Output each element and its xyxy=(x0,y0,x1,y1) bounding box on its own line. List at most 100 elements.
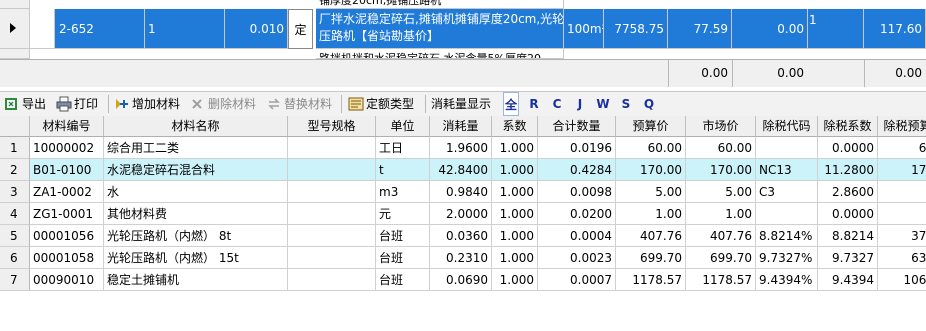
cell-code[interactable]: 00001058 xyxy=(30,247,104,269)
col-header-unit[interactable]: 单位 xyxy=(376,116,430,137)
cell-code[interactable]: ZA1-0002 xyxy=(30,181,104,203)
cell-tax-code[interactable]: 9.7327% xyxy=(756,247,818,269)
cell-tax-coef[interactable]: 11.2800 xyxy=(818,159,878,181)
cell-unit[interactable]: 台班 xyxy=(376,269,430,291)
cell-spec[interactable] xyxy=(288,159,376,181)
cell-coef[interactable]: 1.000 xyxy=(492,181,538,203)
col-header-tax-coef[interactable]: 除税系数 xyxy=(818,116,878,137)
cell-tax-budget[interactable]: 170 xyxy=(878,159,926,181)
quota-quantity[interactable]: 1 xyxy=(145,9,225,49)
col-header-total[interactable]: 合计数量 xyxy=(538,116,616,137)
cell-name[interactable]: 水泥稳定碎石混合料 xyxy=(104,159,288,181)
cell-tax-budget[interactable]: 631 xyxy=(878,247,926,269)
quota-type-button[interactable]: 定额类型 xyxy=(348,92,414,116)
cell-tax-budget[interactable]: 371 xyxy=(878,225,926,247)
quota-name[interactable]: 厂拌水泥稳定碎石,摊铺机摊铺厚度20cm,光轮 压路机【省站勘基价】 xyxy=(316,9,564,49)
cell-code[interactable]: 00001056 xyxy=(30,225,104,247)
cell-coef[interactable]: 1.000 xyxy=(492,159,538,181)
material-row[interactable]: 7 00090010 稳定土摊铺机 台班 0.0690 1.000 0.0007 1178.5… xyxy=(0,269,926,291)
cell-tax-code[interactable]: C3 xyxy=(756,181,818,203)
cell-name[interactable]: 光轮压路机（内燃） 15t xyxy=(104,247,288,269)
col-header-code[interactable]: 材料编号 xyxy=(30,116,104,137)
cell-code[interactable]: B01-0100 xyxy=(30,159,104,181)
cell-coef[interactable]: 1.000 xyxy=(492,247,538,269)
cell-consumption[interactable]: 42.8400 xyxy=(430,159,492,181)
col-header-tax-budget[interactable]: 除税预算 xyxy=(878,116,926,137)
cell-unit[interactable]: 台班 xyxy=(376,225,430,247)
material-row[interactable]: 5 00001056 光轮压路机（内燃） 8t 台班 0.0360 1.000 0.0004… xyxy=(0,225,926,247)
material-row[interactable]: 3 ZA1-0002 水 m3 0.9840 1.000 0.0098 5.00 5.00 C3 2… xyxy=(0,181,926,203)
cell-budget[interactable]: 407.76 xyxy=(616,225,686,247)
cell-consumption[interactable]: 0.0690 xyxy=(430,269,492,291)
quota-price-2[interactable]: 77.59 xyxy=(668,9,732,49)
cell-market[interactable]: 407.76 xyxy=(686,225,756,247)
cell-spec[interactable] xyxy=(288,203,376,225)
cell-tax-coef[interactable]: 9.7327 xyxy=(818,247,878,269)
cell-code[interactable]: ZG1-0001 xyxy=(30,203,104,225)
quota-price-3[interactable]: 0.00 xyxy=(732,9,808,49)
cell-market[interactable]: 1178.57 xyxy=(686,269,756,291)
cell-unit[interactable]: 台班 xyxy=(376,247,430,269)
filter-c[interactable]: C xyxy=(549,92,565,116)
cell-coef[interactable]: 1.000 xyxy=(492,225,538,247)
cell-budget[interactable]: 699.70 xyxy=(616,247,686,269)
cell-total[interactable]: 0.0007 xyxy=(538,269,616,291)
cell-unit[interactable]: 工日 xyxy=(376,137,430,159)
cell-budget[interactable]: 1.00 xyxy=(616,203,686,225)
cell-tax-code[interactable]: 8.8214% xyxy=(756,225,818,247)
delete-material-button[interactable]: 删除材料 xyxy=(190,92,256,116)
export-button[interactable]: 导出 xyxy=(4,92,46,116)
cell-tax-coef[interactable]: 8.8214 xyxy=(818,225,878,247)
quota-type[interactable]: 定 xyxy=(288,9,313,49)
cell-spec[interactable] xyxy=(288,137,376,159)
quota-flag[interactable]: 1 xyxy=(808,9,864,49)
quota-price-1[interactable]: 7758.75 xyxy=(604,9,668,49)
cell-coef[interactable]: 1.000 xyxy=(492,203,538,225)
material-row[interactable]: 2 B01-0100 水泥稳定碎石混合料 t 42.8400 1.000 0.4284 170… xyxy=(0,159,926,181)
cell-consumption[interactable]: 1.9600 xyxy=(430,137,492,159)
cell-market[interactable]: 60.00 xyxy=(686,137,756,159)
cell-coef[interactable]: 1.000 xyxy=(492,137,538,159)
col-header-consumption[interactable]: 消耗量 xyxy=(430,116,492,137)
cell-name[interactable]: 光轮压路机（内燃） 8t xyxy=(104,225,288,247)
col-header-budget[interactable]: 预算价 xyxy=(616,116,686,137)
col-header-market[interactable]: 市场价 xyxy=(686,116,756,137)
filter-j[interactable]: J xyxy=(572,92,588,116)
cell-code[interactable]: 10000002 xyxy=(30,137,104,159)
cell-unit[interactable]: t xyxy=(376,159,430,181)
cell-total[interactable]: 0.0200 xyxy=(538,203,616,225)
cell-consumption[interactable]: 0.0360 xyxy=(430,225,492,247)
cell-tax-coef[interactable]: 9.4394 xyxy=(818,269,878,291)
col-header-name[interactable]: 材料名称 xyxy=(104,116,288,137)
filter-w[interactable]: W xyxy=(595,92,611,116)
cell-tax-budget[interactable]: 4 xyxy=(878,181,926,203)
cell-name[interactable]: 水 xyxy=(104,181,288,203)
cell-tax-coef[interactable]: 0.0000 xyxy=(818,137,878,159)
cell-tax-budget[interactable]: 60 xyxy=(878,137,926,159)
cell-consumption[interactable]: 0.9840 xyxy=(430,181,492,203)
cell-consumption[interactable]: 2.0000 xyxy=(430,203,492,225)
col-header-spec[interactable]: 型号规格 xyxy=(288,116,376,137)
cell-market[interactable]: 699.70 xyxy=(686,247,756,269)
add-material-button[interactable]: 增加材料 xyxy=(114,92,180,116)
print-button[interactable]: 打印 xyxy=(56,92,98,116)
cell-spec[interactable] xyxy=(288,225,376,247)
quota-code[interactable]: 2-652 xyxy=(55,9,145,49)
cell-tax-code[interactable] xyxy=(756,137,818,159)
cell-total[interactable]: 0.0196 xyxy=(538,137,616,159)
quota-price-4[interactable]: 117.60 xyxy=(864,9,926,49)
cell-coef[interactable]: 1.000 xyxy=(492,269,538,291)
cell-total[interactable]: 0.4284 xyxy=(538,159,616,181)
col-header-tax-code[interactable]: 除税代码 xyxy=(756,116,818,137)
cell-code[interactable]: 00090010 xyxy=(30,269,104,291)
cell-spec[interactable] xyxy=(288,181,376,203)
cell-tax-code[interactable]: NC13 xyxy=(756,159,818,181)
filter-all[interactable]: 全 xyxy=(503,92,519,116)
cell-name[interactable]: 稳定土摊铺机 xyxy=(104,269,288,291)
cell-budget[interactable]: 5.00 xyxy=(616,181,686,203)
quota-unit[interactable]: 100m² xyxy=(564,9,604,49)
col-header-coef[interactable]: 系数 xyxy=(492,116,538,137)
replace-material-button[interactable]: 替换材料 xyxy=(266,92,332,116)
cell-unit[interactable]: 元 xyxy=(376,203,430,225)
cell-total[interactable]: 0.0004 xyxy=(538,225,616,247)
